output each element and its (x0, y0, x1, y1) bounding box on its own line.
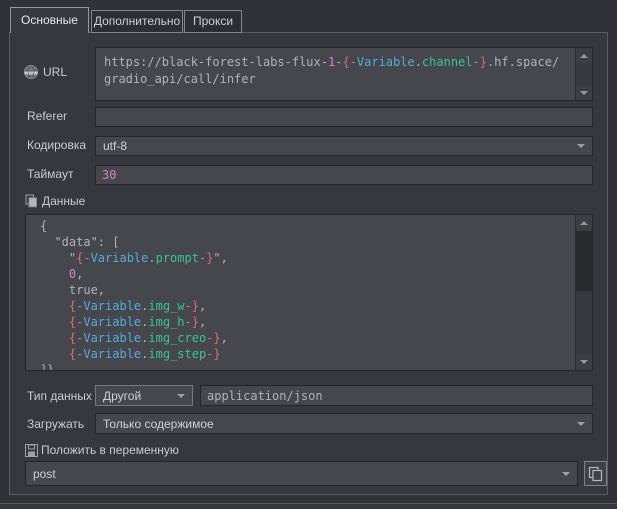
timeout-label: Таймаут (27, 167, 73, 181)
request-settings-panel: www URL https://black-forest-labs-flux-1… (9, 32, 608, 495)
encoding-label: Кодировка (27, 138, 86, 152)
content-type-field-frame (200, 385, 593, 406)
chevron-down-icon (577, 422, 585, 426)
bottom-strip (0, 504, 617, 509)
payload-editor-scrollbar[interactable] (575, 215, 592, 370)
encoding-selected-value: utf-8 (103, 137, 127, 155)
triangle-up-icon (580, 221, 588, 225)
url-editor[interactable]: https://black-forest-labs-flux-1-{-Varia… (95, 47, 593, 101)
triangle-down-icon (580, 360, 588, 364)
chevron-down-icon (562, 472, 570, 476)
output-variable-label-group: Положить в переменную (25, 443, 179, 457)
copy-pages-icon (588, 466, 603, 482)
referer-label: Referer (27, 109, 67, 123)
data-type-select[interactable]: Другой (95, 385, 193, 406)
globe-www-icon: www (23, 64, 39, 80)
payload-editor-content: { "data": [ "{-Variable.prompt-}", 0, tr… (40, 218, 228, 371)
load-mode-select[interactable]: Только содержимое (95, 413, 593, 434)
referer-field-frame (95, 107, 593, 127)
data-type-label: Тип данных (27, 389, 92, 403)
scroll-up-button[interactable] (576, 48, 592, 63)
timeout-field-frame (95, 165, 593, 185)
url-label-group: www URL (23, 64, 67, 80)
output-variable-label: Положить в переменную (41, 443, 179, 457)
output-variable-select[interactable]: post (25, 461, 578, 486)
copy-variable-button[interactable] (584, 461, 607, 486)
scroll-down-button[interactable] (576, 354, 592, 370)
scroll-up-button[interactable] (576, 215, 592, 231)
data-type-selected-value: Другой (103, 386, 141, 405)
tab-basic[interactable]: Основные (10, 7, 89, 33)
triangle-up-icon (580, 54, 588, 58)
content-type-input[interactable] (201, 386, 592, 405)
timeout-input[interactable] (96, 166, 592, 184)
encoding-select[interactable]: utf-8 (95, 136, 593, 156)
load-mode-label: Загружать (27, 417, 84, 431)
payload-editor[interactable]: { "data": [ "{-Variable.prompt-}", 0, tr… (25, 214, 593, 371)
save-floppy-icon (25, 444, 38, 457)
scrollbar-thumb[interactable] (576, 231, 592, 291)
triangle-down-icon (580, 91, 588, 95)
url-label: URL (43, 65, 67, 79)
svg-text:www: www (24, 70, 38, 76)
url-editor-scrollbar[interactable] (575, 48, 592, 100)
payload-label: Данные (42, 194, 85, 208)
scroll-down-button[interactable] (576, 85, 592, 100)
payload-label-group: Данные (25, 194, 85, 208)
output-variable-selected-value: post (33, 462, 56, 485)
load-mode-selected-value: Только содержимое (103, 414, 214, 433)
chevron-down-icon (177, 394, 185, 398)
chevron-down-icon (577, 144, 585, 148)
tab-proxy[interactable]: Прокси (184, 10, 242, 33)
url-editor-content: https://black-forest-labs-flux-1-{-Varia… (104, 54, 559, 88)
tab-additional[interactable]: Дополнительно (91, 10, 183, 33)
copy-pages-icon (25, 194, 38, 208)
referer-input[interactable] (96, 108, 592, 126)
